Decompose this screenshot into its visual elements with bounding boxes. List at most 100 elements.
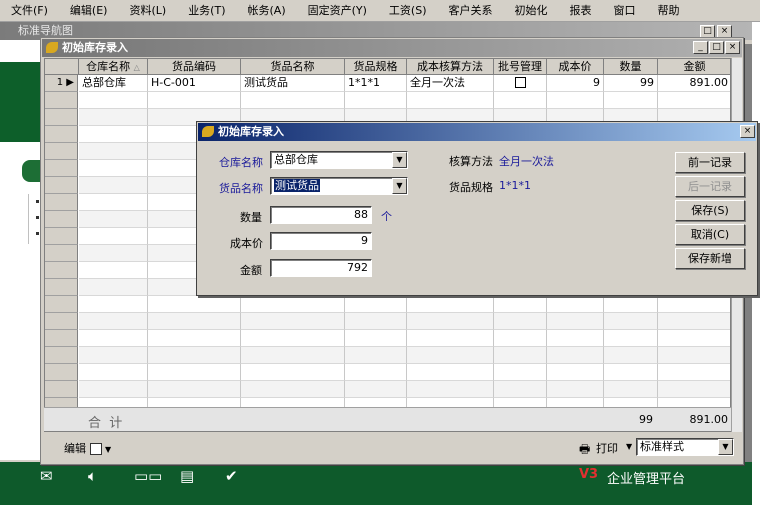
empty-cell[interactable] [241, 296, 345, 313]
empty-cell[interactable] [604, 330, 658, 347]
empty-cell[interactable] [79, 245, 148, 262]
row-indicator-empty[interactable] [45, 279, 78, 296]
empty-cell[interactable] [79, 177, 148, 194]
empty-cell[interactable] [604, 381, 658, 398]
empty-cell[interactable] [148, 313, 241, 330]
row-indicator-empty[interactable] [45, 313, 78, 330]
empty-cell[interactable] [79, 109, 148, 126]
empty-cell[interactable] [241, 364, 345, 381]
menu-window[interactable]: 窗口 [603, 1, 647, 21]
chevron-down-icon[interactable]: ▼ [392, 178, 407, 194]
row-indicator-empty[interactable] [45, 364, 78, 381]
empty-cell[interactable] [241, 330, 345, 347]
row-indicator-empty[interactable] [45, 194, 78, 211]
empty-cell[interactable] [407, 92, 494, 109]
cell-qty[interactable]: 99 [604, 75, 658, 92]
empty-cell[interactable] [345, 364, 407, 381]
empty-cell[interactable] [658, 347, 730, 364]
empty-cell[interactable] [241, 313, 345, 330]
cell-cost[interactable]: 9 [547, 75, 604, 92]
empty-cell[interactable] [604, 92, 658, 109]
empty-cell[interactable] [345, 381, 407, 398]
col-method-header[interactable]: 成本核算方法 [407, 59, 494, 75]
col-name-header[interactable]: 货品名称 [241, 59, 345, 75]
menu-crm[interactable]: 客户关系 [438, 1, 504, 21]
empty-cell[interactable] [407, 364, 494, 381]
menu-edit[interactable]: 编辑(E) [59, 1, 119, 21]
empty-cell[interactable] [148, 347, 241, 364]
menu-initialize[interactable]: 初始化 [504, 1, 559, 21]
empty-cell[interactable] [79, 160, 148, 177]
empty-cell[interactable] [241, 92, 345, 109]
row-indicator[interactable]: 1 ▶ [45, 75, 78, 92]
mail-icon[interactable]: ✉ [40, 466, 53, 486]
notebook-icon[interactable]: ▤ [180, 466, 194, 486]
row-indicator-empty[interactable] [45, 296, 78, 313]
col-code-header[interactable]: 货品编码 [148, 59, 241, 75]
empty-cell[interactable] [79, 313, 148, 330]
col-warehouse-header[interactable]: 仓库名称 △ [79, 59, 148, 75]
menu-data[interactable]: 资料(L) [118, 1, 177, 21]
menu-business[interactable]: 业务(T) [177, 1, 236, 21]
cancel-button[interactable]: 取消(C) [675, 224, 745, 245]
empty-cell[interactable] [547, 381, 604, 398]
empty-cell[interactable] [345, 92, 407, 109]
col-cost-header[interactable]: 成本价 [547, 59, 604, 75]
empty-cell[interactable] [494, 381, 547, 398]
amount-input[interactable]: 792 [270, 259, 372, 277]
col-batch-header[interactable]: 批号管理 [494, 59, 547, 75]
empty-cell[interactable] [407, 381, 494, 398]
menu-help[interactable]: 帮助 [647, 1, 691, 21]
empty-cell[interactable] [345, 313, 407, 330]
goods-select[interactable]: 测试货品 ▼ [270, 177, 408, 195]
empty-cell[interactable] [494, 330, 547, 347]
qty-input[interactable]: 88 [270, 206, 372, 224]
empty-cell[interactable] [79, 296, 148, 313]
empty-cell[interactable] [547, 347, 604, 364]
empty-cell[interactable] [148, 92, 241, 109]
row-indicator-empty[interactable] [45, 109, 78, 126]
navigation-tab-button[interactable] [22, 160, 42, 182]
empty-cell[interactable] [547, 92, 604, 109]
check-icon[interactable]: ✔ [225, 466, 238, 486]
row-indicator-empty[interactable] [45, 177, 78, 194]
empty-cell[interactable] [658, 364, 730, 381]
empty-cell[interactable] [79, 364, 148, 381]
empty-cell[interactable] [658, 313, 730, 330]
empty-cell[interactable] [407, 313, 494, 330]
empty-cell[interactable] [79, 92, 148, 109]
edit-menu-button[interactable]: 编辑 ▼ [64, 440, 111, 456]
empty-cell[interactable] [658, 330, 730, 347]
empty-cell[interactable] [79, 262, 148, 279]
empty-cell[interactable] [658, 92, 730, 109]
empty-cell[interactable] [604, 296, 658, 313]
cell-batch[interactable] [494, 75, 547, 92]
col-spec-header[interactable]: 货品规格 [345, 59, 407, 75]
empty-cell[interactable] [494, 313, 547, 330]
empty-cell[interactable] [79, 279, 148, 296]
row-indicator-empty[interactable] [45, 262, 78, 279]
batch-checkbox[interactable] [514, 77, 526, 88]
menu-wages[interactable]: 工资(S) [378, 1, 438, 21]
empty-cell[interactable] [345, 296, 407, 313]
next-record-button[interactable]: 后一记录 [675, 176, 745, 197]
empty-cell[interactable] [241, 381, 345, 398]
empty-cell[interactable] [547, 330, 604, 347]
empty-cell[interactable] [604, 347, 658, 364]
row-indicator-empty[interactable] [45, 160, 78, 177]
minimize-button[interactable]: _ [693, 41, 708, 54]
cell-code[interactable]: H-C-001 [148, 75, 241, 92]
cell-name[interactable]: 测试货品 [241, 75, 345, 92]
empty-cell[interactable] [79, 347, 148, 364]
empty-cell[interactable] [547, 313, 604, 330]
col-qty-header[interactable]: 数量 [604, 59, 658, 75]
empty-cell[interactable] [148, 330, 241, 347]
empty-cell[interactable] [407, 347, 494, 364]
empty-cell[interactable] [79, 211, 148, 228]
empty-cell[interactable] [494, 364, 547, 381]
speaker-icon[interactable]: 🔈︎ [88, 466, 97, 486]
row-indicator-empty[interactable] [45, 143, 78, 160]
empty-cell[interactable] [241, 347, 345, 364]
cell-warehouse[interactable]: 总部仓库 [79, 75, 148, 92]
empty-cell[interactable] [658, 381, 730, 398]
